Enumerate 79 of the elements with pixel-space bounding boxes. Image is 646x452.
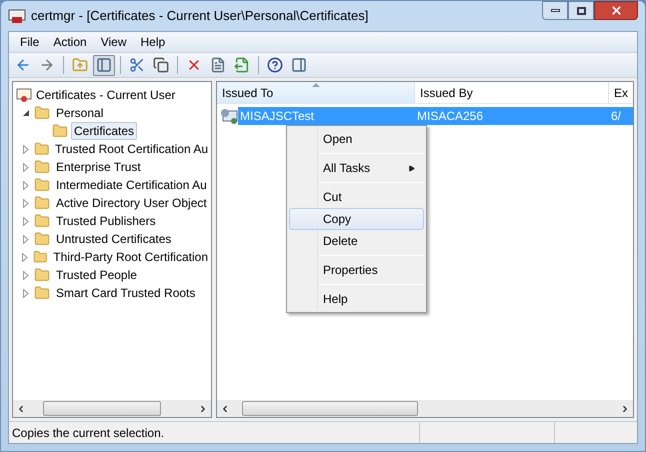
status-text: Copies the current selection. bbox=[9, 422, 420, 443]
column-header[interactable]: Issued To bbox=[217, 82, 415, 103]
certificate-app-icon bbox=[8, 8, 26, 24]
tree-item[interactable]: Personal bbox=[53, 104, 106, 122]
tree-item[interactable]: Intermediate Certification Au bbox=[53, 176, 210, 194]
folder-icon bbox=[34, 285, 50, 301]
expand-icon[interactable] bbox=[23, 198, 29, 208]
scroll-thumb[interactable] bbox=[43, 401, 161, 416]
expand-icon[interactable] bbox=[23, 270, 29, 280]
certificate-icon bbox=[220, 108, 238, 124]
properties-icon bbox=[210, 57, 226, 73]
table-cell-text: MISAJSCTest bbox=[239, 108, 316, 125]
minimize-button[interactable] bbox=[542, 1, 568, 20]
context-menu-item[interactable]: Copy bbox=[289, 208, 424, 230]
folder-icon bbox=[34, 159, 50, 175]
tree-pane-button[interactable] bbox=[93, 54, 115, 76]
help-icon bbox=[267, 57, 283, 73]
collapse-icon[interactable] bbox=[22, 110, 30, 116]
scroll-thumb[interactable] bbox=[242, 401, 418, 416]
folder-icon bbox=[34, 267, 50, 283]
context-menu-item[interactable]: Cut bbox=[289, 186, 424, 208]
certificate-icon bbox=[16, 87, 32, 103]
expand-icon[interactable] bbox=[23, 162, 29, 172]
export-icon bbox=[234, 57, 250, 73]
folder-up-icon bbox=[72, 57, 88, 73]
folder-icon bbox=[34, 177, 50, 193]
tree-item[interactable]: Third-Party Root Certification bbox=[50, 248, 211, 266]
window-title: certmgr - [Certificates - Current User\Personal\Certificates] bbox=[31, 7, 368, 26]
tree-item[interactable]: Active Directory User Object bbox=[53, 194, 210, 212]
back-icon bbox=[15, 57, 31, 73]
folder-icon bbox=[32, 249, 48, 265]
menu-item[interactable]: Help bbox=[134, 33, 172, 51]
tree-item[interactable]: Smart Card Trusted Roots bbox=[53, 284, 198, 302]
cut-icon bbox=[129, 57, 145, 73]
folder-icon bbox=[34, 105, 50, 121]
folder-icon bbox=[34, 231, 50, 247]
context-menu-item[interactable]: Help bbox=[289, 288, 424, 310]
expand-icon[interactable] bbox=[23, 234, 29, 244]
sort-ascending-icon bbox=[312, 83, 320, 87]
tree-item[interactable]: Trusted Root Certification Au bbox=[52, 140, 211, 158]
expand-icon[interactable] bbox=[23, 288, 29, 298]
scroll-left-icon bbox=[16, 404, 26, 414]
tree-root[interactable]: Certificates - Current User bbox=[36, 86, 176, 104]
action-pane-icon bbox=[291, 57, 307, 73]
tree-item[interactable]: Trusted People bbox=[53, 266, 140, 284]
tree-item[interactable]: Untrusted Certificates bbox=[53, 230, 174, 248]
context-menu-item[interactable]: All Tasks bbox=[289, 157, 424, 179]
close-icon bbox=[610, 4, 622, 17]
folder-icon bbox=[34, 213, 50, 229]
context-menu-item[interactable]: Open bbox=[289, 128, 424, 150]
scroll-right-icon bbox=[620, 404, 630, 414]
tree-pane-icon bbox=[96, 57, 112, 73]
context-menu-item[interactable]: Properties bbox=[289, 259, 424, 281]
expand-icon[interactable] bbox=[23, 180, 29, 190]
menu-item[interactable]: File bbox=[13, 33, 46, 51]
tree-item[interactable]: Enterprise Trust bbox=[53, 158, 144, 176]
column-header[interactable]: Ex bbox=[609, 82, 628, 103]
folder-icon bbox=[34, 195, 50, 211]
context-menu-item[interactable]: Delete bbox=[289, 230, 424, 252]
copy-icon bbox=[153, 57, 169, 73]
expand-icon[interactable] bbox=[23, 216, 29, 226]
expand-icon[interactable] bbox=[22, 252, 28, 262]
horizontal-scrollbar[interactable] bbox=[217, 400, 633, 417]
folder-icon bbox=[34, 141, 50, 157]
horizontal-scrollbar[interactable] bbox=[13, 400, 211, 417]
forward-icon bbox=[39, 57, 55, 73]
menu-item[interactable]: Action bbox=[46, 33, 94, 51]
expand-icon[interactable] bbox=[22, 144, 29, 154]
close-button[interactable] bbox=[594, 1, 638, 20]
menu-item[interactable]: View bbox=[94, 33, 134, 51]
scroll-left-icon bbox=[220, 404, 230, 414]
tree-item[interactable]: Trusted Publishers bbox=[53, 212, 159, 230]
folder-icon bbox=[52, 123, 68, 139]
tree-item[interactable]: Certificates bbox=[71, 122, 138, 140]
table-cell-text: MISACA256 bbox=[416, 108, 484, 125]
maximize-button[interactable] bbox=[568, 1, 594, 20]
table-cell-text: 6/ bbox=[610, 108, 622, 125]
scroll-right-icon bbox=[198, 404, 208, 414]
column-header[interactable]: Issued By bbox=[415, 82, 609, 103]
